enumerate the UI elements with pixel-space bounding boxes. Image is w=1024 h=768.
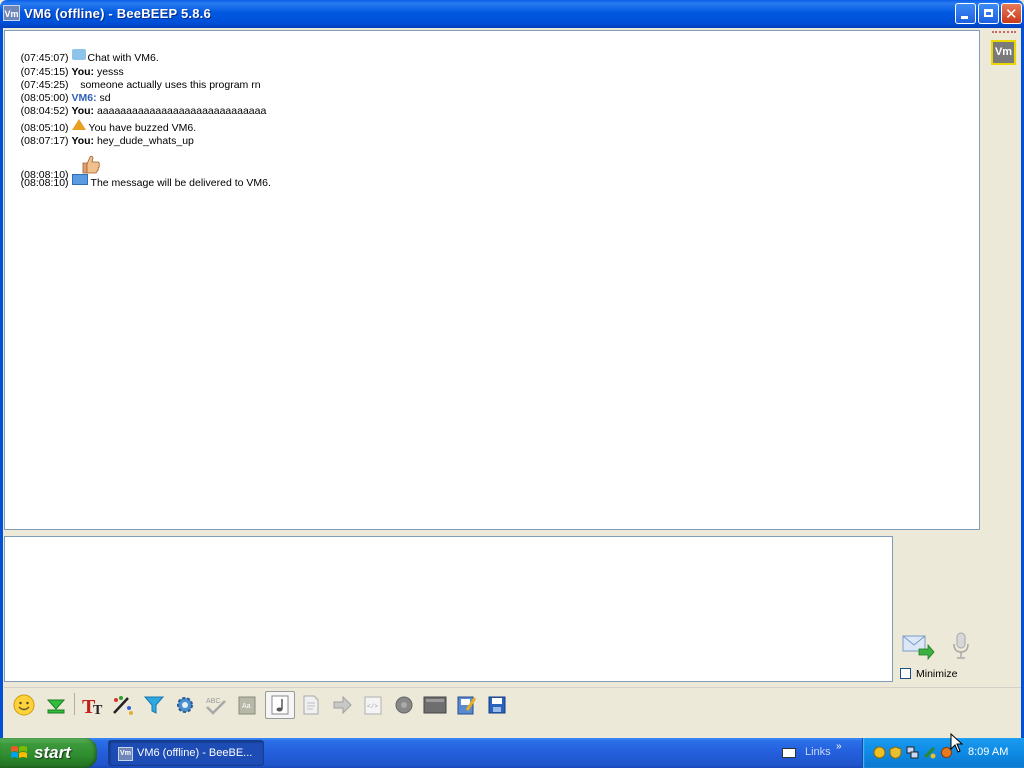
microphone-icon[interactable] [950,631,972,661]
taskbar: start Vm VM6 (offline) - BeeBE... Links … [0,738,1024,768]
color-icon [113,696,133,715]
message-text: The message will be delivered to VM6. [90,177,271,189]
restore-button[interactable] [978,3,999,24]
mouse-cursor-icon [950,733,964,753]
download-button[interactable] [43,692,69,718]
task-label: VM6 (offline) - BeeBE... [137,747,253,759]
filter-button[interactable] [141,692,167,718]
file-button[interactable] [298,692,324,718]
minimize-button[interactable] [955,3,976,24]
message-input[interactable] [4,536,893,682]
record-icon [395,696,413,714]
user-avatar[interactable]: Vm [991,40,1016,65]
chat-message: (08:08:10) [9,139,101,181]
links-chevron-icon[interactable]: » [836,741,842,752]
emoticons-icon [13,694,35,716]
message-time: (08:08:10) [20,177,69,189]
keyboard-icon[interactable] [782,748,796,758]
send-message-icon[interactable] [901,632,935,660]
svg-text:ABC: ABC [206,698,220,705]
chat-toolbar: TT ABC Aa </> [4,687,1021,721]
filter-icon [143,696,165,714]
emoticons-button[interactable] [11,692,37,718]
message-text: hey_dude_whats_up [96,135,194,147]
font-icon: TT [82,696,103,716]
settings-icon [177,697,193,713]
sidebar-grip[interactable] [992,31,1016,33]
save-button[interactable] [484,692,510,718]
chat-transcript[interactable]: (07:45:07) Chat with VM6. (07:45:15) You:… [4,30,980,530]
start-button[interactable]: start [0,738,97,768]
save-chat-icon [457,696,477,715]
svg-text:Aa: Aa [242,703,251,710]
music-note-button[interactable] [265,691,295,719]
window-frame-left [0,28,3,738]
close-button[interactable]: ✕ [1001,3,1022,24]
file-icon [303,695,319,715]
chat-message: (08:08:10) The message will be delivered … [9,164,271,203]
forward-button[interactable] [329,692,355,718]
record-button[interactable] [391,692,417,718]
windows-logo-icon [11,746,27,758]
settings-button[interactable] [172,692,198,718]
close-icon: ✕ [1005,5,1018,23]
minimize-label[interactable]: Minimize [916,668,957,680]
minimize-checkbox[interactable] [900,668,911,679]
tray-app-icon[interactable] [873,746,886,759]
window-title: VM6 (offline) - BeeBEEP 5.8.6 [24,6,211,21]
clock[interactable]: 8:09 AM [968,746,1008,758]
dictionary-icon: Aa [238,696,256,715]
toolbar-separator [74,693,75,715]
task-app-icon: Vm [118,747,133,761]
forward-icon [333,695,352,715]
save-icon [488,696,506,714]
screenshot-icon [423,696,447,714]
safely-remove-icon[interactable] [923,746,936,759]
dictionary-button[interactable]: Aa [234,692,260,718]
svg-text:T: T [93,703,103,716]
html-button[interactable]: </> [360,692,386,718]
start-label: start [34,743,71,762]
screenshot-button[interactable] [422,692,448,718]
taskbar-item-beebeep[interactable]: Vm VM6 (offline) - BeeBE... [108,740,264,766]
save-chat-button[interactable] [453,692,479,718]
security-shield-icon[interactable] [889,746,902,759]
member-sidebar [986,30,1021,686]
music-note-icon [271,695,289,715]
app-icon[interactable]: Vm [3,5,20,21]
title-bar[interactable]: Vm VM6 (offline) - BeeBEEP 5.8.6 ✕ [0,0,1024,28]
font-button[interactable]: TT [80,692,106,718]
spellcheck-button[interactable]: ABC [203,692,229,718]
svg-text:</>: </> [367,703,378,710]
html-icon: </> [364,696,382,715]
network-icon[interactable] [906,746,919,759]
mail-icon [71,174,88,185]
color-button[interactable] [110,692,136,718]
minimize-icon [961,16,968,19]
links-toolbar[interactable]: Links [805,746,831,758]
restore-icon [984,9,993,17]
system-tray: 8:09 AM [862,738,1024,768]
spellcheck-icon: ABC [206,698,226,715]
download-icon [46,699,66,714]
